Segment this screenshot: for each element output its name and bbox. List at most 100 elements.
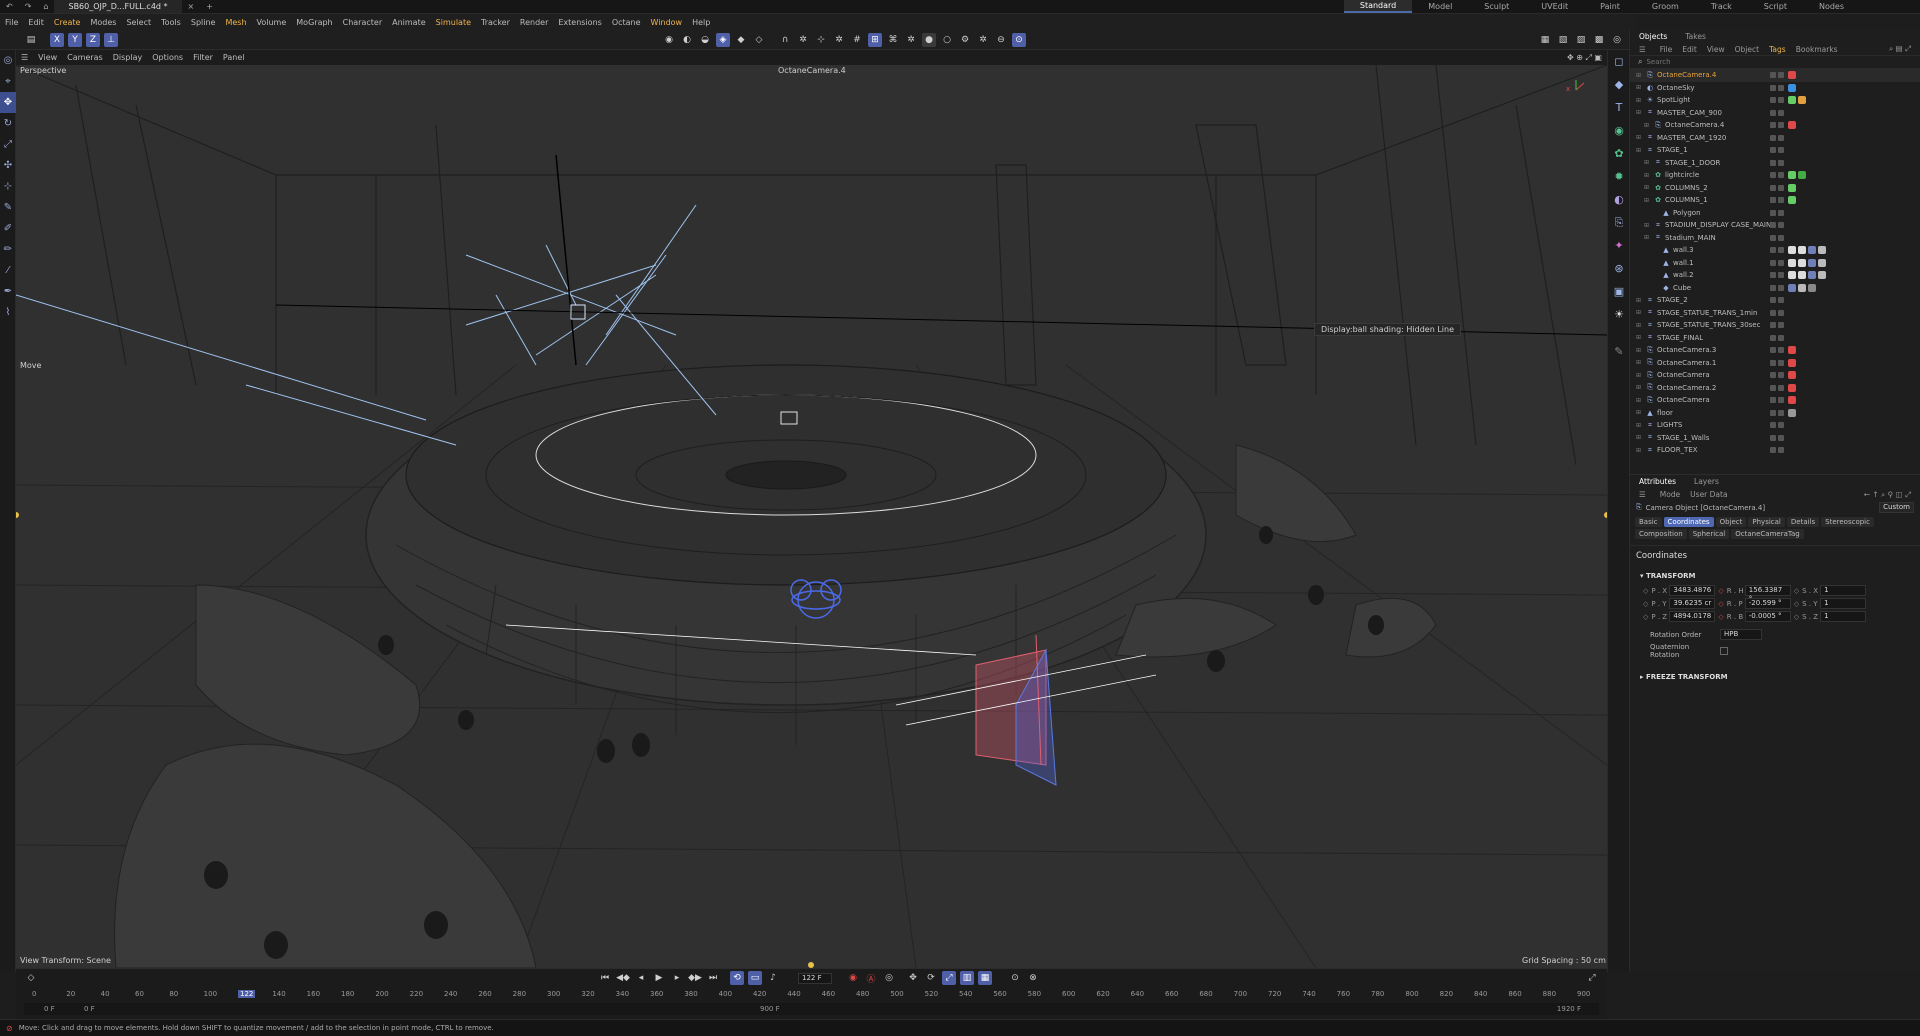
objects-menu-object[interactable]: Object — [1730, 45, 1764, 54]
menu-edit[interactable]: Edit — [23, 18, 49, 27]
object-row[interactable]: ⊞ ⌗ STAGE_FINAL — [1630, 332, 1920, 345]
tag-icon[interactable] — [1788, 183, 1796, 192]
attributes-nav-icons[interactable]: ← ↑ ⌕ ⚲ ◫ ⤢ — [1855, 490, 1920, 500]
tag-icon[interactable] — [1818, 258, 1826, 267]
paint-tool-icon[interactable]: ⁄ — [0, 260, 16, 281]
visibility-dot[interactable] — [1770, 422, 1776, 429]
pla-key-icon[interactable]: ▦ — [978, 971, 992, 985]
visibility-dot[interactable] — [1770, 409, 1776, 416]
workspace-tab-paint[interactable]: Paint — [1584, 0, 1636, 13]
visibility-dot[interactable] — [1778, 322, 1784, 329]
edges-mode-icon[interactable]: ◆ — [734, 33, 748, 47]
scale-key-icon[interactable]: ◇ — [1794, 587, 1799, 595]
timeline-range-bar[interactable]: 0 F 0 F 900 F 1920 F — [24, 1003, 1599, 1015]
tag-icon[interactable] — [1788, 371, 1796, 380]
move-tool-icon[interactable]: ✥ — [0, 92, 16, 113]
deformers-icon[interactable]: ✹ — [1608, 165, 1630, 188]
tag-icon[interactable] — [1788, 83, 1796, 92]
render-view-icon[interactable]: ▦ — [1538, 33, 1552, 47]
rotation-field[interactable]: -20.599 ° — [1744, 598, 1791, 609]
keyframe-diamond-icon[interactable]: ◇ — [24, 971, 38, 985]
tab-attributes[interactable]: Attributes — [1630, 477, 1685, 486]
object-row[interactable]: ⊞ ⎘ OctaneCamera — [1630, 369, 1920, 382]
visibility-dot[interactable] — [1778, 384, 1784, 391]
object-row[interactable]: ⊞ ⌗ STAGE_STATUE_TRANS_1min — [1630, 307, 1920, 320]
visibility-flags[interactable] — [1770, 234, 1784, 241]
expand-icon[interactable]: ⊞ — [1636, 97, 1644, 104]
expand-icon[interactable]: ⊞ — [1636, 309, 1644, 316]
dynamics-icon[interactable]: ✦ — [1608, 234, 1630, 257]
expand-icon[interactable]: ⊞ — [1644, 234, 1652, 241]
visibility-flags[interactable] — [1770, 347, 1784, 354]
menu-volume[interactable]: Volume — [252, 18, 292, 27]
workspace-tab-script[interactable]: Script — [1748, 0, 1803, 13]
scale-key-icon[interactable]: ⤢ — [942, 971, 956, 985]
tag-icon[interactable] — [1788, 283, 1796, 292]
visibility-dot[interactable] — [1770, 209, 1776, 216]
tag-icon[interactable] — [1798, 96, 1806, 105]
rotation-order-select[interactable]: HPB — [1720, 629, 1762, 640]
expand-icon[interactable]: ⊞ — [1636, 72, 1644, 79]
tag-icon[interactable] — [1818, 271, 1826, 280]
visibility-dot[interactable] — [1770, 159, 1776, 166]
position-key-icon[interactable]: ◇ — [1643, 613, 1648, 621]
placement-tool-icon[interactable]: ⊹ — [0, 176, 16, 197]
subtab-spherical[interactable]: Spherical — [1688, 529, 1730, 539]
objects-menu-view[interactable]: View — [1702, 45, 1730, 54]
workspace-tab-track[interactable]: Track — [1695, 0, 1748, 13]
rotation-field[interactable]: -0.0005 ° — [1744, 611, 1791, 622]
visibility-flags[interactable] — [1770, 447, 1784, 454]
preview-range-icon[interactable]: ▭ — [748, 971, 762, 985]
tag-icon[interactable] — [1788, 383, 1796, 392]
menu-file[interactable]: File — [0, 18, 23, 27]
tag-icon[interactable] — [1788, 246, 1796, 255]
visibility-dot[interactable] — [1778, 97, 1784, 104]
next-frame-icon[interactable]: ▸ — [670, 971, 684, 985]
object-row[interactable]: ⊞ ⎘ OctaneCamera.4 — [1630, 69, 1920, 82]
visibility-flags[interactable] — [1770, 272, 1784, 279]
visibility-dot[interactable] — [1778, 309, 1784, 316]
octane-settings-icon[interactable]: ◎ — [1610, 33, 1624, 47]
menu-spline[interactable]: Spline — [186, 18, 221, 27]
live-selection-icon[interactable]: ⌖ — [0, 71, 16, 92]
object-row[interactable]: ▲ wall.2 — [1630, 269, 1920, 282]
sound-icon[interactable]: ♪ — [766, 971, 780, 985]
position-key-icon[interactable]: ◇ — [1643, 587, 1648, 595]
viewport-menu-display[interactable]: Display — [108, 53, 148, 62]
file-tab[interactable]: SB60_OJP_D...FULL.c4d * — [54, 0, 182, 13]
object-row[interactable]: ⊞ ⌗ STAGE_STATUE_TRANS_30sec — [1630, 319, 1920, 332]
visibility-dot[interactable] — [1770, 372, 1776, 379]
viewport-menu-panel[interactable]: Panel — [218, 53, 250, 62]
solo-settings-icon[interactable]: ⊙ — [1012, 32, 1026, 47]
tag-icon[interactable] — [1798, 283, 1806, 292]
subtab-coordinates[interactable]: Coordinates — [1663, 517, 1714, 527]
visibility-dot[interactable] — [1770, 109, 1776, 116]
object-row[interactable]: ⊞ ✿ lightcircle — [1630, 169, 1920, 182]
position-key-icon[interactable]: ◇ — [1643, 600, 1648, 608]
menu-modes[interactable]: Modes — [85, 18, 121, 27]
tag-icon[interactable] — [1808, 258, 1816, 267]
object-row[interactable]: ⊞ ⌗ MASTER_CAM_900 — [1630, 107, 1920, 120]
visibility-flags[interactable] — [1770, 309, 1784, 316]
visibility-dot[interactable] — [1778, 134, 1784, 141]
menu-window[interactable]: Window — [646, 18, 688, 27]
paint-brush-icon[interactable]: ✎ — [1608, 340, 1630, 363]
expand-icon[interactable]: ⊞ — [1644, 159, 1652, 166]
object-row[interactable]: ◆ Cube — [1630, 282, 1920, 295]
redo-icon[interactable]: ↷ — [19, 0, 38, 13]
parameter-key-icon[interactable]: ▥ — [960, 971, 974, 985]
position-key-icon[interactable]: ✥ — [906, 971, 920, 985]
visibility-dot[interactable] — [1770, 234, 1776, 241]
tag-icon[interactable] — [1798, 271, 1806, 280]
visibility-flags[interactable] — [1770, 322, 1784, 329]
expand-icon[interactable]: ⊞ — [1644, 172, 1652, 179]
tag-icon[interactable] — [1788, 96, 1796, 105]
expand-icon[interactable]: ⊞ — [1636, 109, 1644, 116]
visibility-dot[interactable] — [1770, 197, 1776, 204]
visibility-dot[interactable] — [1778, 122, 1784, 129]
tag-icon[interactable] — [1818, 246, 1826, 255]
visibility-flags[interactable] — [1770, 209, 1784, 216]
visibility-flags[interactable] — [1770, 134, 1784, 141]
visibility-dot[interactable] — [1778, 147, 1784, 154]
visibility-dot[interactable] — [1770, 447, 1776, 454]
